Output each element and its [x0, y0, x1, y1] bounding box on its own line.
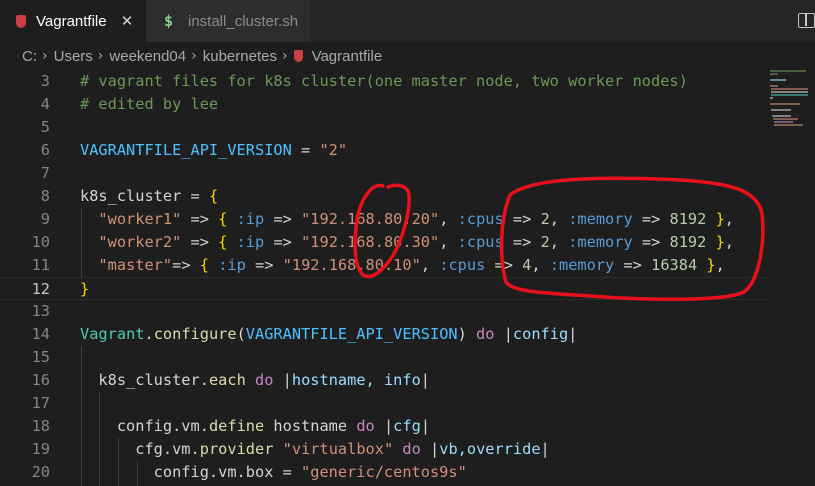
minimap-row [774, 121, 793, 123]
code-line[interactable]: 8 k8s_cluster = { [0, 185, 770, 208]
line-number: 13 [31, 302, 50, 320]
code-line[interactable]: 17 [0, 392, 770, 415]
code-line[interactable]: 6 VAGRANTFILE_API_VERSION = "2" [0, 139, 770, 162]
code-text[interactable]: "worker2" => { :ip => "192.168.80.30", :… [80, 231, 734, 254]
code-line[interactable]: 18 config.vm.define hostname do |cfg| [0, 415, 770, 438]
line-number: 17 [31, 394, 50, 412]
code-text[interactable]: config.vm.define hostname do |cfg| [80, 415, 430, 438]
split-editor-icon[interactable] [798, 13, 815, 28]
ruby-file-icon [293, 50, 303, 62]
line-number: 12 [31, 280, 50, 298]
line-number: 6 [40, 141, 50, 159]
minimap-row [772, 115, 791, 117]
breadcrumb-item[interactable]: Vagrantfile [312, 48, 383, 65]
code-line[interactable]: 7 [0, 162, 770, 185]
code-text[interactable]: } [80, 278, 89, 301]
code-text[interactable]: "master"=> { :ip => "192.168.80.10", :cp… [80, 254, 724, 277]
line-number: 16 [31, 371, 50, 389]
code-line[interactable]: 11 "master"=> { :ip => "192.168.80.10", … [0, 254, 770, 277]
code-line[interactable]: 13 [0, 300, 770, 323]
line-number: 10 [31, 233, 50, 251]
code-line[interactable]: 20 config.vm.box = "generic/centos9s" [0, 461, 770, 484]
line-number: 11 [31, 256, 50, 274]
line-number: 19 [31, 440, 50, 458]
code-line[interactable]: 9 "worker1" => { :ip => "192.168.80.20",… [0, 208, 770, 231]
chevron-right-icon: › [281, 48, 288, 64]
code-text[interactable]: k8s_cluster.each do |hostname, info| [80, 369, 430, 392]
code-text[interactable]: k8s_cluster = { [80, 185, 218, 208]
chevron-right-icon: › [191, 48, 197, 64]
line-number: 9 [40, 210, 50, 228]
tab-install-cluster[interactable]: $ install_cluster.sh [146, 0, 312, 42]
minimap-row [770, 73, 779, 75]
line-number: 15 [31, 348, 50, 366]
minimap-row [770, 85, 779, 87]
code-text[interactable]: cfg.vm.provider "virtualbox" do |vb,over… [80, 438, 550, 461]
breadcrumb-item[interactable]: C: [22, 48, 37, 65]
line-number: 18 [31, 417, 50, 435]
code-line[interactable]: 3 # vagrant files for k8s cluster(one mas… [0, 70, 770, 93]
tab-bar: Vagrantfile ✕ $ install_cluster.sh [0, 0, 815, 42]
minimap-row [771, 88, 809, 90]
minimap-row [771, 94, 809, 96]
line-number: 14 [31, 325, 50, 343]
code-text[interactable]: Vagrant.configure(VAGRANTFILE_API_VERSIO… [80, 323, 577, 346]
minimap-row [770, 103, 800, 105]
code-line[interactable]: 10 "worker2" => { :ip => "192.168.80.30"… [0, 231, 770, 254]
code-line[interactable]: 15 [0, 346, 770, 369]
line-number: 4 [40, 95, 50, 113]
line-number: 8 [40, 187, 50, 205]
code-line[interactable]: 12} [0, 277, 770, 300]
close-icon[interactable]: ✕ [118, 13, 136, 31]
chevron-right-icon: › [97, 48, 104, 64]
code-text[interactable]: # vagrant files for k8s cluster(one mast… [80, 70, 688, 93]
minimap-row [770, 70, 807, 72]
shell-file-icon: $ [164, 12, 174, 30]
breadcrumb: C: › Users › weekend04 › kubernetes › Va… [0, 42, 815, 70]
breadcrumb-item[interactable]: Users [54, 48, 93, 65]
tab-vagrantfile[interactable]: Vagrantfile ✕ [0, 0, 146, 42]
minimap-row [770, 97, 773, 99]
minimap-row [773, 118, 798, 120]
chevron-right-icon: › [42, 48, 48, 64]
line-number: 3 [40, 72, 50, 90]
breadcrumb-item[interactable]: kubernetes [203, 48, 277, 65]
code-text[interactable]: config.vm.box = "generic/centos9s" [80, 461, 467, 484]
line-number: 20 [31, 463, 50, 481]
minimap-row [770, 79, 786, 81]
code-line[interactable]: 19 cfg.vm.provider "virtualbox" do |vb,o… [0, 438, 770, 461]
breadcrumb-item[interactable]: weekend04 [109, 48, 186, 65]
tab-label: Vagrantfile [36, 13, 107, 30]
code-editor[interactable]: 3 # vagrant files for k8s cluster(one mas… [0, 70, 815, 486]
code-text[interactable]: # edited by lee [80, 93, 218, 116]
code-text[interactable]: "worker1" => { :ip => "192.168.80.20", :… [80, 208, 734, 231]
code-text[interactable]: VAGRANTFILE_API_VERSION = "2" [80, 139, 347, 162]
minimap-row [771, 109, 791, 111]
ruby-file-icon [16, 15, 26, 28]
tab-label: install_cluster.sh [188, 12, 299, 30]
code-line[interactable]: 5 [0, 116, 770, 139]
minimap-row [771, 91, 809, 93]
code-line[interactable]: 4 # edited by lee [0, 93, 770, 116]
code-line[interactable]: 14 Vagrant.configure(VAGRANTFILE_API_VERS… [0, 323, 770, 346]
code-line[interactable]: 16 k8s_cluster.each do |hostname, info| [0, 369, 770, 392]
line-number: 7 [40, 164, 50, 182]
minimap[interactable] [770, 70, 815, 150]
line-number: 5 [40, 118, 50, 136]
minimap-row [774, 124, 803, 126]
